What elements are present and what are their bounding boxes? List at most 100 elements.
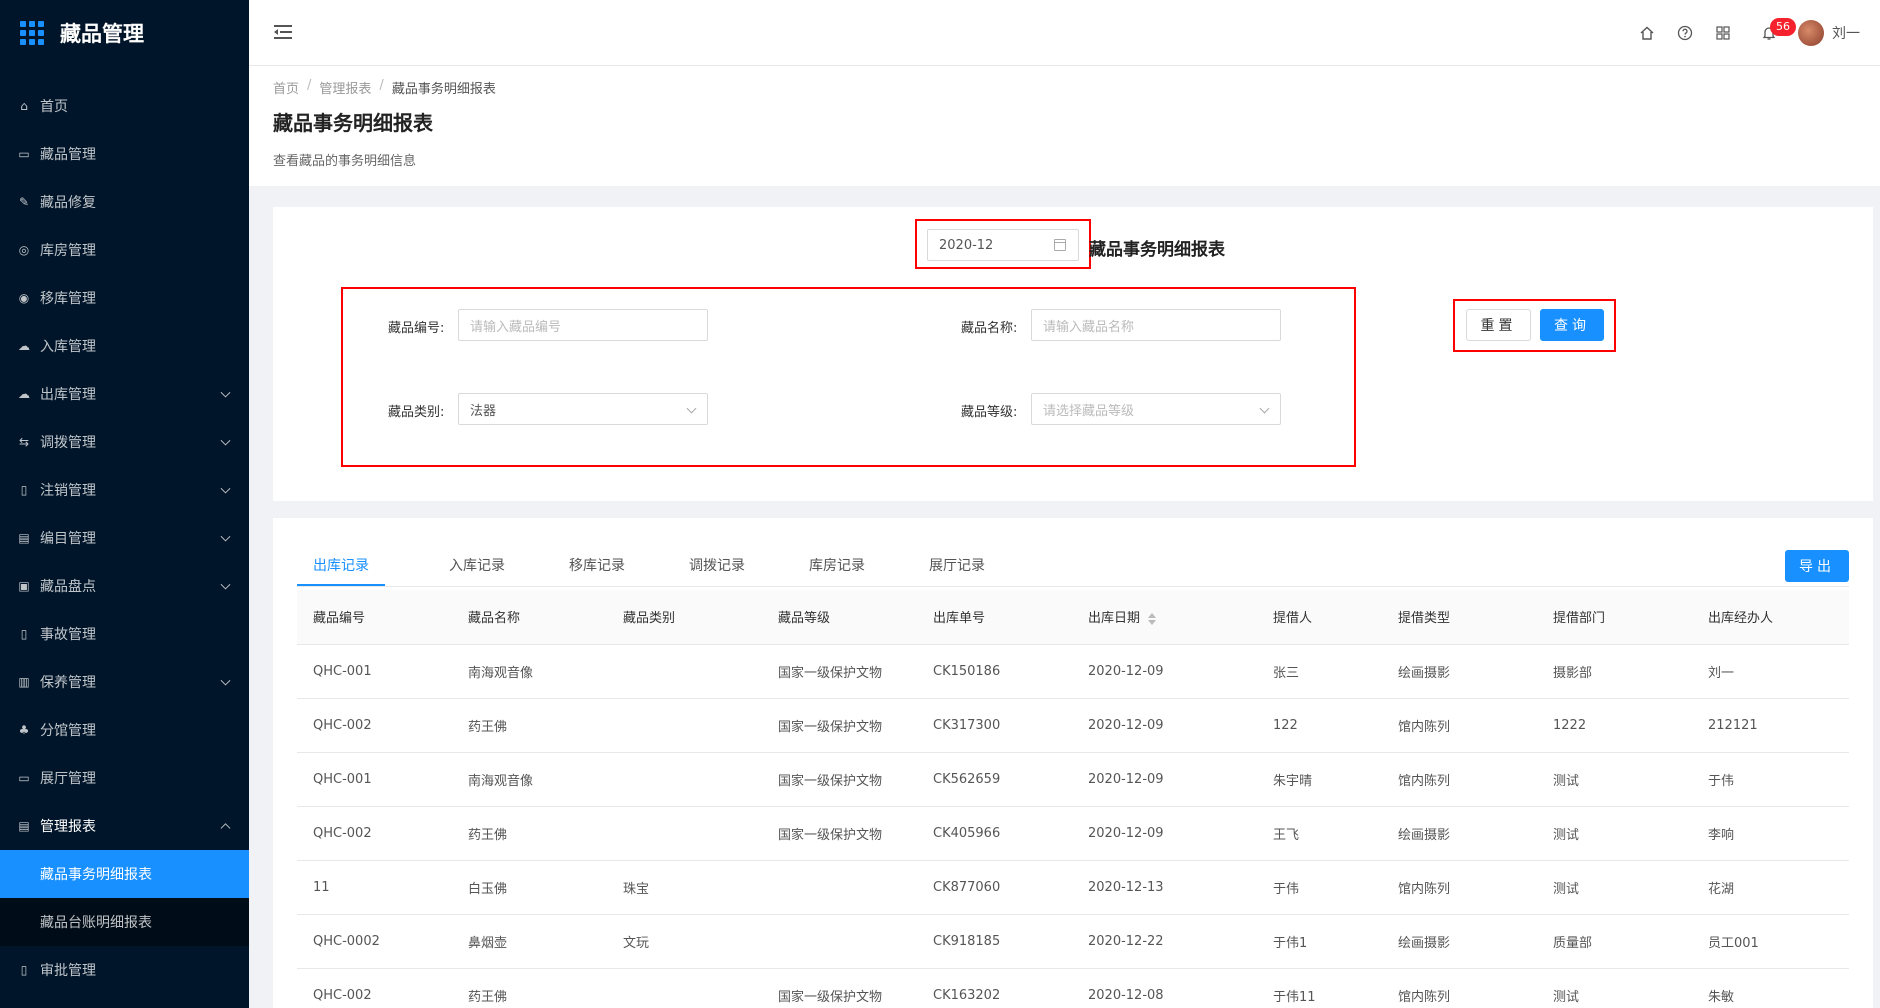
column-header: 提借类型 [1382, 590, 1537, 645]
table-cell: 于伟 [1692, 752, 1849, 807]
sidebar-item-3[interactable]: ◎ 库房管理 [0, 226, 249, 274]
sidebar-item-8[interactable]: ▯ 注销管理 [0, 466, 249, 514]
cloud-upload-icon: ☁ [18, 339, 30, 353]
sidebar-item-10[interactable]: ▣ 藏品盘点 [0, 562, 249, 610]
sidebar-item-4[interactable]: ◉ 移库管理 [0, 274, 249, 322]
home-icon: ⌂ [20, 99, 28, 113]
sidebar-item-2[interactable]: ✎ 藏品修复 [0, 178, 249, 226]
name-label: 藏品名称: [961, 321, 1018, 336]
name-input[interactable]: 请输入藏品名称 [1031, 309, 1281, 341]
table-row[interactable]: QHC-002 药王佛 国家一级保护文物 CK317300 2020-12-09 122 馆… [297, 698, 1849, 753]
avatar[interactable] [1798, 20, 1824, 46]
table-cell: 花湖 [1692, 860, 1849, 915]
sidebar-item-label: 管理报表 [40, 819, 96, 835]
sidebar-item-label: 出库管理 [40, 387, 96, 403]
sidebar-item-label: 藏品盘点 [40, 579, 96, 595]
breadcrumb-home[interactable]: 首页 [273, 78, 299, 97]
calendar-icon: ▭ [18, 147, 30, 161]
table-row[interactable]: 11 白玉佛 珠宝 CK877060 2020-12-13 于伟 馆内陈列 测试 花湖 [297, 860, 1849, 915]
table-row[interactable]: QHC-002 药王佛 国家一级保护文物 CK163202 2020-12-08 于伟11… [297, 968, 1849, 1008]
table-cell [762, 914, 917, 969]
table-cell: 2020-12-09 [1072, 752, 1257, 807]
tab-3[interactable]: 调拨记录 [657, 554, 777, 586]
sidebar-item-9[interactable]: ▤ 编目管理 [0, 514, 249, 562]
table-row[interactable]: QHC-001 南海观音像 国家一级保护文物 CK150186 2020-12-09 张三… [297, 644, 1849, 699]
sidebar-item-14[interactable]: ▭ 展厅管理 [0, 754, 249, 802]
sidebar-item-0[interactable]: ⌂ 首页 [0, 82, 249, 130]
apps-icon[interactable] [1704, 14, 1742, 52]
breadcrumb: 首页 / 管理报表 / 藏品事务明细报表 [273, 78, 496, 97]
category-select[interactable]: 法器 [458, 393, 708, 425]
table-row[interactable]: QHC-0002 鼻烟壶 文玩 CK918185 2020-12-22 于伟1 绘画摄影 质量… [297, 914, 1849, 969]
table-cell: 馆内陈列 [1382, 860, 1537, 915]
tab-1[interactable]: 入库记录 [417, 554, 537, 586]
sidebar-item-label: 首页 [40, 99, 68, 115]
submenu-item-0[interactable]: 藏品事务明细报表 [0, 850, 249, 898]
table-cell: CK405966 [917, 806, 1072, 861]
bell-icon[interactable]: 56 [1750, 14, 1796, 52]
tab-4[interactable]: 库房记录 [777, 554, 897, 586]
file-icon: ▯ [20, 483, 28, 497]
table-cell: 2020-12-09 [1072, 698, 1257, 753]
month-picker[interactable]: 2020-12 [927, 229, 1079, 261]
export-button[interactable]: 导出 [1785, 550, 1849, 582]
table-cell: 2020-12-22 [1072, 914, 1257, 969]
sidebar-item-6[interactable]: ☁ 出库管理 [0, 370, 249, 418]
column-header: 藏品等级 [762, 590, 917, 645]
tab-5[interactable]: 展厅记录 [897, 554, 1017, 586]
sidebar-item-12[interactable]: ▥ 保养管理 [0, 658, 249, 706]
table-row[interactable]: QHC-001 南海观音像 国家一级保护文物 CK562659 2020-12-09 朱宇… [297, 752, 1849, 807]
table-cell: 文玩 [607, 914, 762, 969]
table-row[interactable]: QHC-002 药王佛 国家一级保护文物 CK405966 2020-12-09 王飞 绘画… [297, 806, 1849, 861]
table-cell [607, 752, 762, 807]
sidebar-item-label: 藏品修复 [40, 195, 96, 211]
sidebar-item-label: 藏品管理 [40, 147, 96, 163]
table-cell: CK163202 [917, 968, 1072, 1008]
menu-fold-icon[interactable] [274, 24, 292, 40]
sidebar-item-1[interactable]: ▭ 藏品管理 [0, 130, 249, 178]
query-button[interactable]: 查询 [1540, 309, 1604, 341]
sidebar-item-16[interactable]: ▯ 审批管理 [0, 946, 249, 994]
table-cell: 2020-12-13 [1072, 860, 1257, 915]
submenu-item-1[interactable]: 藏品台账明细报表 [0, 898, 249, 946]
table-cell: 员工001 [1692, 914, 1849, 969]
table-cell: QHC-001 [297, 752, 452, 807]
submenu-item-label: 藏品事务明细报表 [40, 867, 152, 883]
table-cell: 1222 [1537, 698, 1692, 753]
sidebar-item-label: 审批管理 [40, 963, 96, 979]
sidebar-item-7[interactable]: ⇆ 调拨管理 [0, 418, 249, 466]
username[interactable]: 刘一 [1832, 23, 1860, 43]
help-icon[interactable] [1666, 14, 1704, 52]
code-label: 藏品编号: [388, 321, 445, 336]
table-cell: 朱敏 [1692, 968, 1849, 1008]
sidebar-item-11[interactable]: ▯ 事故管理 [0, 610, 249, 658]
tab-2[interactable]: 移库记录 [537, 554, 657, 586]
level-label: 藏品等级: [961, 405, 1018, 420]
column-header: 藏品类别 [607, 590, 762, 645]
chevron-down-icon [220, 579, 231, 590]
breadcrumb-reports[interactable]: 管理报表 [319, 78, 371, 97]
sidebar-item-15[interactable]: ▤ 管理报表 [0, 802, 249, 850]
page-header: 首页 / 管理报表 / 藏品事务明细报表 藏品事务明细报表 查看藏品的事务明细信… [249, 66, 1880, 186]
sort-icon[interactable] [1148, 612, 1157, 625]
column-header: 藏品编号 [297, 590, 452, 645]
level-select[interactable]: 请选择藏品等级 [1031, 393, 1281, 425]
sidebar-item-5[interactable]: ☁ 入库管理 [0, 322, 249, 370]
logo[interactable]: 藏品管理 [0, 0, 249, 66]
table-cell: 鼻烟壶 [452, 914, 607, 969]
wrench-icon: ✎ [18, 195, 30, 209]
table-cell: 珠宝 [607, 860, 762, 915]
table-header-row: 藏品编号 藏品名称 藏品类别 藏品等级 出库单号 出库日期 提借人 提借类型 提借部门 出库经办人 [297, 590, 1849, 645]
tab-0[interactable]: 出库记录 [297, 554, 385, 586]
table-cell: 绘画摄影 [1382, 806, 1537, 861]
table-cell: 国家一级保护文物 [762, 644, 917, 699]
sidebar-menu: ⌂ 首页 ▭ 藏品管理 ✎ 藏品修复 ◎ 库房管理 ◉ 移库管理 ☁ 入库管理 ☁ 出库管理 ⇆ 调拨管理 ▯ 注… [0, 82, 249, 994]
column-header[interactable]: 出库日期 [1072, 590, 1257, 645]
code-input[interactable]: 请输入藏品编号 [458, 309, 708, 341]
sidebar-item-13[interactable]: ♣ 分馆管理 [0, 706, 249, 754]
home-icon[interactable] [1628, 14, 1666, 52]
reset-button[interactable]: 重置 [1466, 309, 1531, 341]
sidebar-item-label: 保养管理 [40, 675, 96, 691]
table-cell: CK877060 [917, 860, 1072, 915]
table-cell: 2020-12-09 [1072, 806, 1257, 861]
